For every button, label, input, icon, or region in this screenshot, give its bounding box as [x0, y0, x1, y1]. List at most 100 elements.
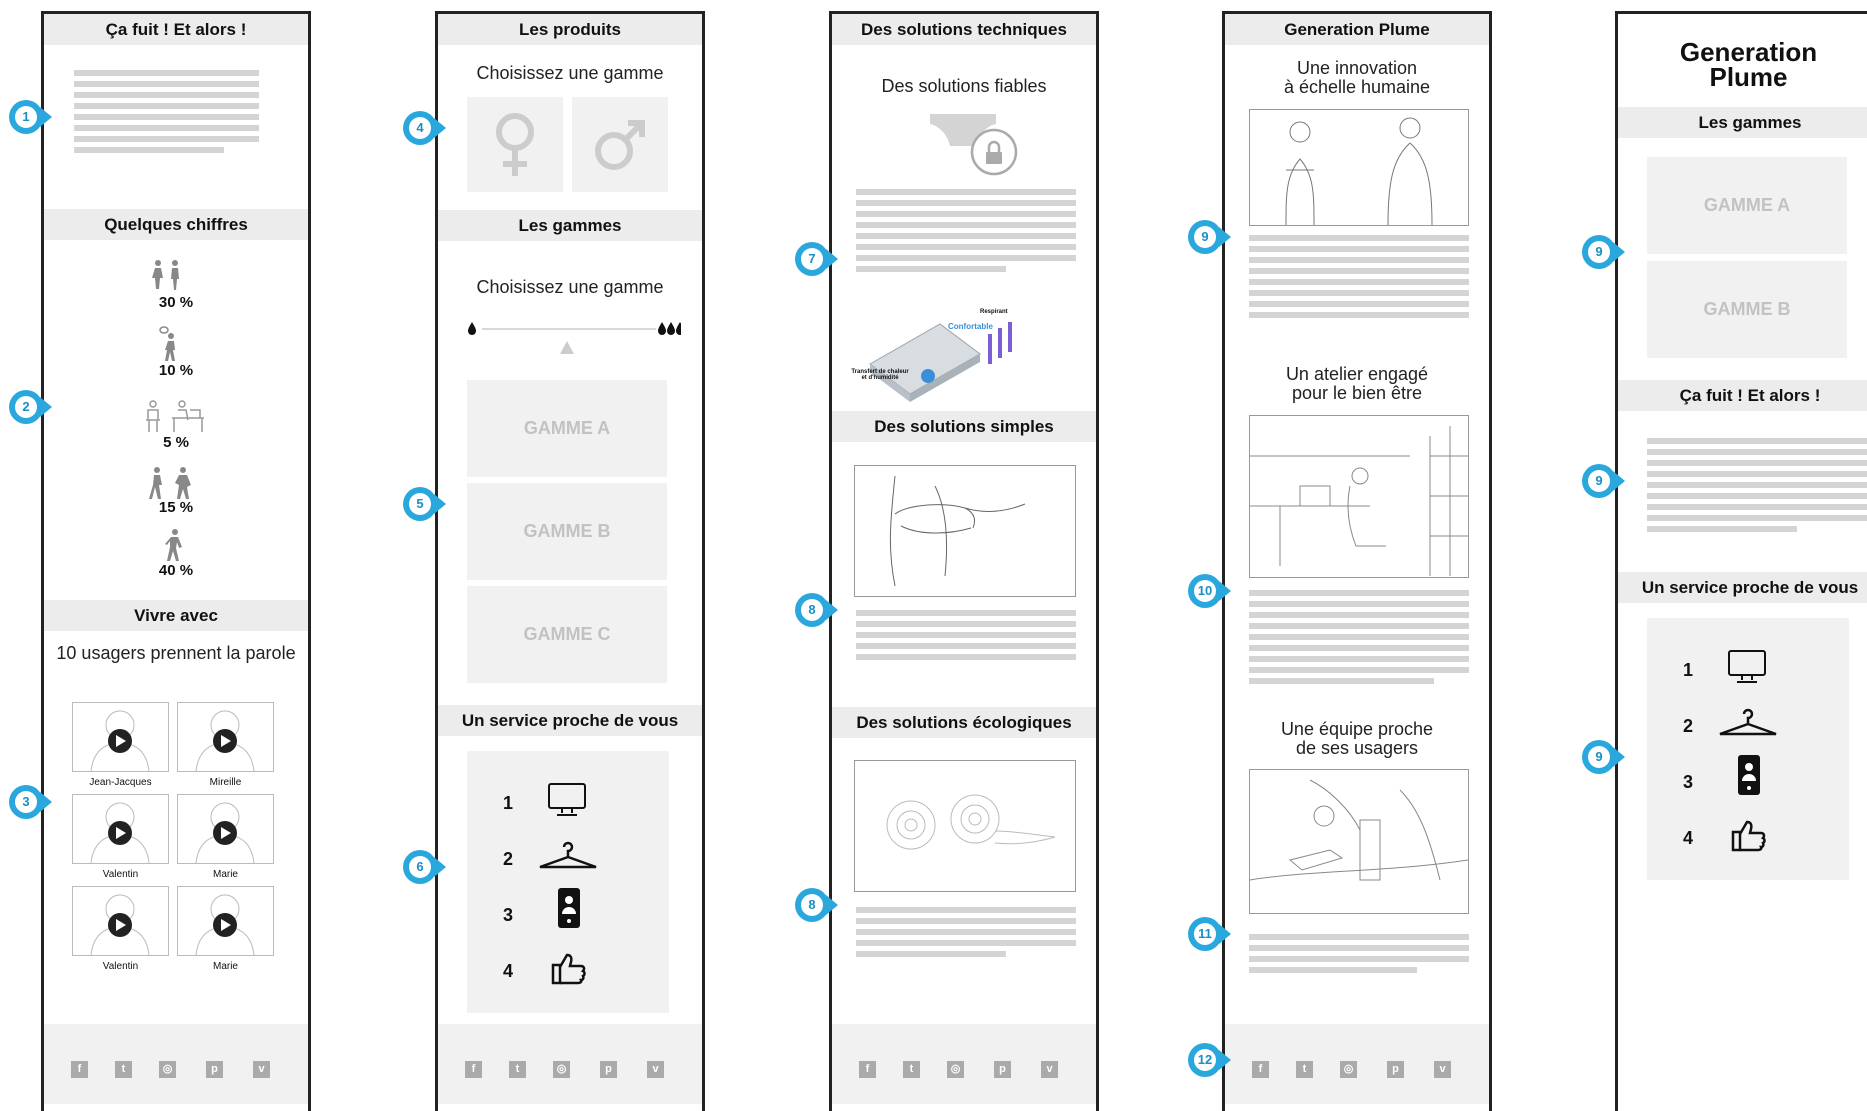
- person-sketch-icon: [90, 802, 150, 864]
- gamme-b-button[interactable]: GAMME B: [1647, 261, 1847, 358]
- atelier-line1: Un atelier engagé: [1285, 364, 1429, 384]
- monitor-icon[interactable]: [1727, 649, 1767, 685]
- annotation-badge-12: 12: [1188, 1043, 1232, 1077]
- pinterest-icon[interactable]: p: [1387, 1061, 1404, 1078]
- workshop-sketch: [1249, 415, 1470, 578]
- video-thumb-marie-2[interactable]: [177, 886, 274, 956]
- body-sketch-icon: [889, 475, 1026, 587]
- facebook-icon[interactable]: f: [1252, 1061, 1269, 1078]
- intercom-icon[interactable]: [557, 887, 581, 929]
- section-header-ecologiques: Des solutions écologiques: [832, 707, 1096, 738]
- people-icon: [152, 260, 179, 290]
- facebook-icon[interactable]: f: [71, 1061, 88, 1078]
- vimeo-icon[interactable]: v: [253, 1061, 270, 1078]
- text-placeholder: [1249, 235, 1469, 323]
- wireframe-generation-plume-2: Generation Plume Les gammes GAMME A GAMM…: [1615, 11, 1867, 1111]
- twitter-icon[interactable]: t: [903, 1061, 920, 1078]
- service-number: 3: [503, 905, 514, 925]
- pinterest-icon[interactable]: p: [600, 1061, 617, 1078]
- footer-social: f t ◎ p v: [44, 1024, 308, 1104]
- innovation-line1: Une innovation: [1296, 58, 1418, 78]
- text-placeholder: [1647, 438, 1867, 537]
- intercom-icon[interactable]: [1737, 754, 1761, 796]
- hands-sketch-icon: [1249, 779, 1469, 881]
- video-thumb-mireille[interactable]: [177, 702, 274, 772]
- instagram-icon[interactable]: ◎: [159, 1061, 176, 1078]
- vimeo-icon[interactable]: v: [647, 1061, 664, 1078]
- team-sketch: [1249, 769, 1469, 914]
- instagram-icon[interactable]: ◎: [947, 1061, 964, 1078]
- twitter-icon[interactable]: t: [115, 1061, 132, 1078]
- service-panel: 1 2 3 4: [1647, 618, 1849, 880]
- wireframe-generation-plume: Generation Plume Une innovation à échell…: [1222, 11, 1492, 1111]
- thumbs-up-icon[interactable]: [1731, 818, 1767, 852]
- fabric-diagram-icon: [869, 322, 1012, 402]
- hanger-icon[interactable]: [1717, 706, 1779, 738]
- monitor-icon[interactable]: [547, 782, 587, 818]
- video-thumb-valentin-2[interactable]: [72, 886, 169, 956]
- annotation-badge-8: 8: [795, 593, 839, 627]
- stat-40: 40 %: [158, 562, 194, 579]
- section-header-produits: Les produits: [438, 14, 702, 45]
- stat-30: 30 %: [158, 294, 194, 311]
- vivre-subtitle: 10 usagers prennent la parole: [56, 643, 296, 663]
- office-workers-icon: [146, 400, 204, 432]
- video-name: Valentin: [102, 869, 139, 880]
- text-placeholder: [1249, 934, 1469, 978]
- annotation-badge-10: 10: [1188, 574, 1232, 608]
- video-thumb-jean-jacques[interactable]: [72, 702, 169, 772]
- people-sketch-icon: [1285, 117, 1433, 226]
- person-sketch-icon: [90, 710, 150, 772]
- absorbency-slider[interactable]: [466, 319, 681, 359]
- text-placeholder: [856, 189, 1076, 277]
- gamme-a-button[interactable]: GAMME A: [467, 380, 667, 477]
- text-placeholder: [74, 70, 259, 158]
- gamme-b-button[interactable]: GAMME B: [467, 483, 667, 580]
- pinterest-icon[interactable]: p: [206, 1061, 223, 1078]
- atelier-line2: pour le bien être: [1291, 383, 1423, 403]
- equipe-line2: de ses usagers: [1295, 738, 1419, 758]
- tennis-player-icon: [159, 326, 175, 361]
- annotation-badge-6: 6: [403, 850, 447, 884]
- annotation-badge-11: 11: [1188, 917, 1232, 951]
- annotation-badge-9: 9: [1188, 220, 1232, 254]
- annotation-badge-9d: 9: [1582, 740, 1626, 774]
- video-thumb-valentin[interactable]: [72, 794, 169, 864]
- twitter-icon[interactable]: t: [1296, 1061, 1313, 1078]
- section-header-plume: Generation Plume: [1225, 14, 1489, 45]
- pinterest-icon[interactable]: p: [994, 1061, 1011, 1078]
- gamme-a-button[interactable]: GAMME A: [1647, 157, 1847, 254]
- stat-15: 15 %: [158, 499, 194, 516]
- hanger-icon[interactable]: [537, 839, 599, 871]
- service-number: 3: [1683, 772, 1694, 792]
- innovation-line2: à échelle humaine: [1283, 77, 1431, 97]
- person-sketch-icon: [195, 710, 255, 772]
- section-header-ca-fuit: Ça fuit ! Et alors !: [1618, 380, 1867, 411]
- instagram-icon[interactable]: ◎: [553, 1061, 570, 1078]
- vimeo-icon[interactable]: v: [1434, 1061, 1451, 1078]
- service-panel: 1 2 3 4: [467, 751, 669, 1013]
- video-name: Jean-Jacques: [89, 777, 152, 788]
- twitter-icon[interactable]: t: [509, 1061, 526, 1078]
- facebook-icon[interactable]: f: [465, 1061, 482, 1078]
- service-number: 2: [1683, 716, 1694, 736]
- instagram-icon[interactable]: ◎: [1340, 1061, 1357, 1078]
- choose-range-2: Choisissez une gamme: [476, 277, 664, 297]
- video-thumb-marie[interactable]: [177, 794, 274, 864]
- towels-sketch-icon: [886, 794, 1056, 850]
- thumbs-up-icon[interactable]: [551, 951, 587, 985]
- section-header-simples: Des solutions simples: [832, 411, 1096, 442]
- facebook-icon[interactable]: f: [859, 1061, 876, 1078]
- male-range-button[interactable]: [572, 97, 668, 192]
- vimeo-icon[interactable]: v: [1041, 1061, 1058, 1078]
- section-header-gammes: Les gammes: [1618, 107, 1867, 138]
- service-number: 4: [1683, 828, 1694, 848]
- text-placeholder: [856, 907, 1076, 962]
- fabric-label: Transfert de chaleur et d'humidité: [851, 369, 909, 381]
- service-number: 1: [503, 793, 514, 813]
- section-header-gammes: Les gammes: [438, 210, 702, 241]
- annotation-badge-7: 7: [795, 242, 839, 276]
- section-header-techniques: Des solutions techniques: [832, 14, 1096, 45]
- female-range-button[interactable]: [467, 97, 563, 192]
- gamme-c-button[interactable]: GAMME C: [467, 586, 667, 683]
